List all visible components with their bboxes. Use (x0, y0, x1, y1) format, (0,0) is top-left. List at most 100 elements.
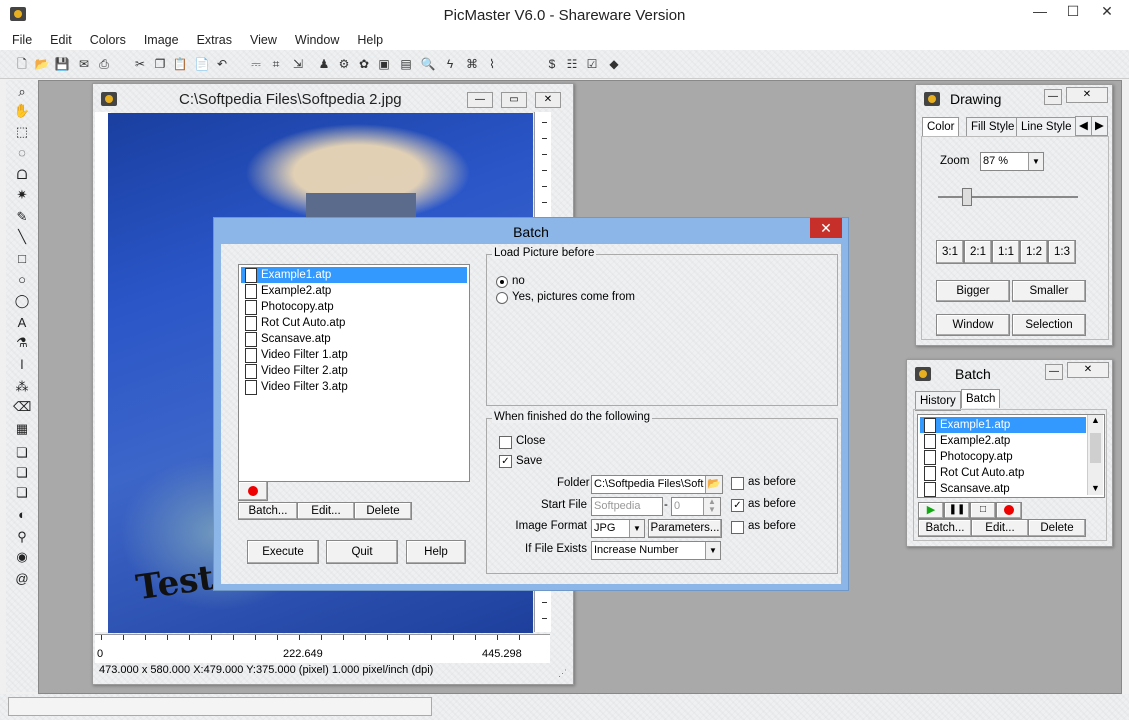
list-icon[interactable]: ☷ (564, 56, 580, 72)
list-item[interactable]: Photocopy.atp (920, 449, 1086, 465)
tab-color[interactable]: Color (922, 117, 960, 136)
start-number-field[interactable]: 0 ▲ ▼ (671, 497, 721, 516)
format-as-before-checkbox[interactable] (731, 521, 744, 534)
load-yes-radio[interactable] (496, 292, 508, 304)
list-item[interactable]: Photocopy.atp (241, 299, 467, 315)
folder-browse-icon[interactable]: 📂 (705, 476, 722, 493)
quit-button[interactable]: Quit (326, 540, 398, 564)
image-window-maximize-icon[interactable]: ▭ (501, 92, 527, 108)
selection-button[interactable]: Selection (1012, 314, 1086, 336)
pattern-icon[interactable]: ▦ (13, 420, 31, 438)
menu-help[interactable]: Help (345, 30, 389, 47)
eraser-icon[interactable]: ⌫ (13, 398, 31, 416)
zoom-icon[interactable]: 🔍 (420, 56, 436, 72)
color-wheel-icon[interactable]: ✿ (356, 56, 372, 72)
crop-icon[interactable]: ⌗ (268, 56, 284, 72)
tab-history[interactable]: History (915, 391, 961, 411)
sharpen-icon[interactable]: ❏ (13, 484, 31, 502)
tab-batch[interactable]: Batch (961, 389, 1001, 408)
magic-wand-icon[interactable]: ✷ (13, 186, 31, 204)
zoom-slider-thumb[interactable] (962, 188, 972, 206)
drawing-panel-close-icon[interactable]: ✕ (1066, 87, 1108, 103)
dialog-delete-button[interactable]: Delete (354, 502, 412, 520)
ratio-1-3-button[interactable]: 1:3 (1048, 240, 1076, 264)
spray-icon[interactable]: ⁂ (13, 378, 31, 396)
book-icon[interactable]: ◆ (606, 56, 622, 72)
ellipse-select-icon[interactable]: ◌ (13, 144, 31, 162)
batch-record-button[interactable] (996, 502, 1022, 519)
scroll-down-icon[interactable]: ▼ (1091, 483, 1100, 493)
batch-icon[interactable]: ▤ (398, 56, 414, 72)
close-icon[interactable]: ✕ (1092, 0, 1122, 22)
clone-icon[interactable]: ❏ (13, 444, 31, 462)
new-icon[interactable]: 🗋 (14, 56, 30, 72)
color-replace-icon[interactable]: ◐ (13, 506, 31, 524)
menu-colors[interactable]: Colors (78, 30, 132, 47)
text-tool-icon[interactable]: A (13, 314, 31, 332)
flash-icon[interactable]: ϟ (442, 56, 458, 72)
record-button[interactable] (238, 481, 268, 501)
dollar-icon[interactable]: $ (544, 56, 560, 72)
start-file-field[interactable]: Softpedia (591, 497, 663, 516)
circle-icon[interactable]: ○ (13, 271, 31, 289)
copy-icon[interactable]: ❐ (152, 56, 168, 72)
brush-icon[interactable]: ǀ (13, 356, 31, 374)
clip-icon[interactable]: ⌇ (484, 56, 500, 72)
if-file-exists-select[interactable]: Increase Number ▼ (591, 541, 721, 560)
list-item[interactable]: Example1.atp (241, 267, 467, 283)
undo-icon[interactable]: ↶ (214, 56, 230, 72)
image-window-close-icon[interactable]: ✕ (535, 92, 561, 108)
panel-batch-button[interactable]: Batch... (918, 519, 972, 537)
image-format-select[interactable]: JPG ▼ (591, 519, 645, 538)
ellipse-icon[interactable]: ◯ (13, 292, 31, 310)
redeye-icon[interactable]: ◉ (13, 548, 31, 566)
lasso-icon[interactable]: ᗝ (13, 166, 31, 184)
window-button[interactable]: Window (936, 314, 1010, 336)
bigger-button[interactable]: Bigger (936, 280, 1010, 302)
tab-scroll-left-icon[interactable]: ◀ (1075, 116, 1092, 136)
ratio-1-2-button[interactable]: 1:2 (1020, 240, 1048, 264)
pencil-icon[interactable]: ✎ (13, 208, 31, 226)
open-icon[interactable]: 📂 (34, 56, 50, 72)
list-item[interactable]: Rot Cut Auto.atp (920, 465, 1086, 481)
parameters-button[interactable]: Parameters... (648, 519, 722, 538)
scroll-thumb[interactable] (1090, 433, 1101, 463)
paste-new-icon[interactable]: 📄 (194, 56, 210, 72)
list-item[interactable]: Video Filter 3.atp (241, 379, 467, 395)
folder-field[interactable]: C:\Softpedia Files\Soft 📂 (591, 475, 723, 494)
list-item[interactable]: Video Filter 1.atp (241, 347, 467, 363)
batch-panel-close-icon[interactable]: ✕ (1067, 362, 1109, 378)
list-item[interactable]: Example1.atp (920, 417, 1086, 433)
list-item[interactable]: Example2.atp (920, 433, 1086, 449)
list-item[interactable]: Scansave.atp (920, 481, 1086, 497)
tab-scroll-right-icon[interactable]: ▶ (1091, 116, 1108, 136)
list-item[interactable]: Scansave.atp (241, 331, 467, 347)
menu-extras[interactable]: Extras (185, 30, 238, 47)
batch-pause-button[interactable]: ❚❚ (944, 502, 970, 519)
batch-dialog[interactable]: Batch ✕ Example1.atp Example2.atp Photocop… (213, 217, 849, 591)
fx-icon[interactable]: ⚙ (336, 56, 352, 72)
scan-icon[interactable]: ⎓ (248, 56, 264, 72)
batch-panel-scrollbar[interactable]: ▲ ▼ (1087, 415, 1103, 495)
panel-edit-button[interactable]: Edit... (971, 519, 1029, 537)
save-checkbox[interactable]: ✓ (499, 455, 512, 468)
fill-icon[interactable]: ⚗ (13, 334, 31, 352)
drawing-panel-minimize-icon[interactable]: — (1044, 89, 1062, 105)
menu-image[interactable]: Image (132, 30, 185, 47)
image-window-title-bar[interactable]: C:\Softpedia Files\Softpedia 2.jpg — ▭ ✕ (93, 84, 573, 112)
tab-fill-style[interactable]: Fill Style (966, 117, 1020, 137)
ratio-1-1-button[interactable]: 1:1 (992, 240, 1020, 264)
rectangle-icon[interactable]: □ (13, 250, 31, 268)
execute-button[interactable]: Execute (247, 540, 319, 564)
eyedropper-icon[interactable]: ⚲ (13, 528, 31, 546)
batch-file-list[interactable]: Example1.atp Example2.atp Photocopy.atp Rot… (238, 264, 470, 482)
minimize-icon[interactable]: — (1025, 0, 1055, 22)
save-icon[interactable]: 💾 (54, 56, 70, 72)
resize-grip-icon[interactable]: ⋰ (558, 668, 567, 679)
image-window-minimize-icon[interactable]: — (467, 92, 493, 108)
batch-dialog-title-bar[interactable]: Batch ✕ (214, 218, 848, 244)
list-item[interactable]: Rot Cut Auto.atp (241, 315, 467, 331)
load-no-radio[interactable] (496, 276, 508, 288)
line-icon[interactable]: ╲ (13, 228, 31, 246)
stamp-icon[interactable]: ♟ (316, 56, 332, 72)
